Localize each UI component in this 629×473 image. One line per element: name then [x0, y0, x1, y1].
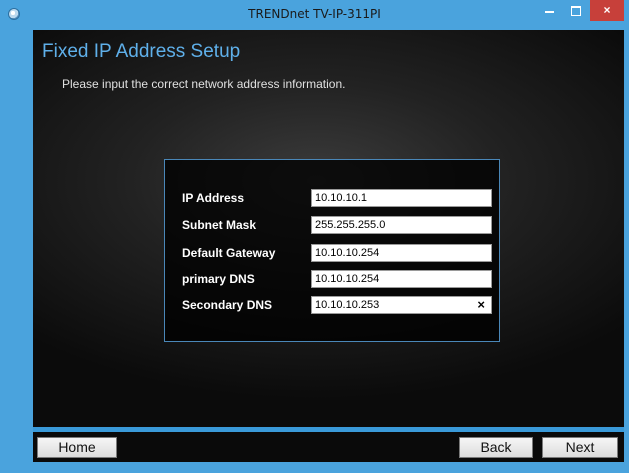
- default-gateway-label: Default Gateway: [182, 246, 276, 260]
- app-window: TRENDnet TV-IP-311PI × Fixed IP Address …: [0, 0, 629, 473]
- primary-dns-label: primary DNS: [182, 272, 255, 286]
- setup-content: Fixed IP Address Setup Please input the …: [33, 30, 624, 427]
- next-button[interactable]: Next: [542, 437, 618, 458]
- primary-dns-row: primary DNS 10.10.10.254: [182, 270, 498, 288]
- page-title: Fixed IP Address Setup: [42, 41, 241, 62]
- maximize-icon: [571, 6, 581, 16]
- default-gateway-row: Default Gateway 10.10.10.254: [182, 244, 498, 262]
- secondary-dns-value: 10.10.10.253: [315, 299, 380, 311]
- window-title: TRENDnet TV-IP-311PI: [248, 7, 381, 21]
- network-form-panel: IP Address 10.10.10.1 Subnet Mask 255.25…: [164, 159, 500, 342]
- subnet-mask-input[interactable]: 255.255.255.0: [311, 216, 492, 234]
- back-button[interactable]: Back: [459, 437, 533, 458]
- title-bar[interactable]: TRENDnet TV-IP-311PI ×: [0, 0, 629, 30]
- primary-dns-input[interactable]: 10.10.10.254: [311, 270, 492, 288]
- ip-address-row: IP Address 10.10.10.1: [182, 189, 498, 207]
- subnet-mask-label: Subnet Mask: [182, 218, 257, 232]
- ip-address-input[interactable]: 10.10.10.1: [311, 189, 492, 207]
- minimize-icon: [544, 11, 554, 13]
- ip-address-label: IP Address: [182, 191, 245, 205]
- page-subtitle: Please input the correct network address…: [62, 77, 346, 91]
- secondary-dns-row: Secondary DNS 10.10.10.253 ×: [182, 296, 498, 314]
- secondary-dns-label: Secondary DNS: [182, 298, 273, 312]
- minimize-button[interactable]: [536, 0, 562, 21]
- maximize-button[interactable]: [563, 0, 589, 21]
- clear-icon[interactable]: ×: [477, 297, 485, 313]
- subnet-mask-row: Subnet Mask 255.255.255.0: [182, 216, 498, 234]
- secondary-dns-input[interactable]: 10.10.10.253 ×: [311, 296, 492, 314]
- close-button[interactable]: ×: [590, 0, 624, 21]
- navigation-bar: Home Back Next: [33, 432, 624, 462]
- home-button[interactable]: Home: [37, 437, 117, 458]
- default-gateway-input[interactable]: 10.10.10.254: [311, 244, 492, 262]
